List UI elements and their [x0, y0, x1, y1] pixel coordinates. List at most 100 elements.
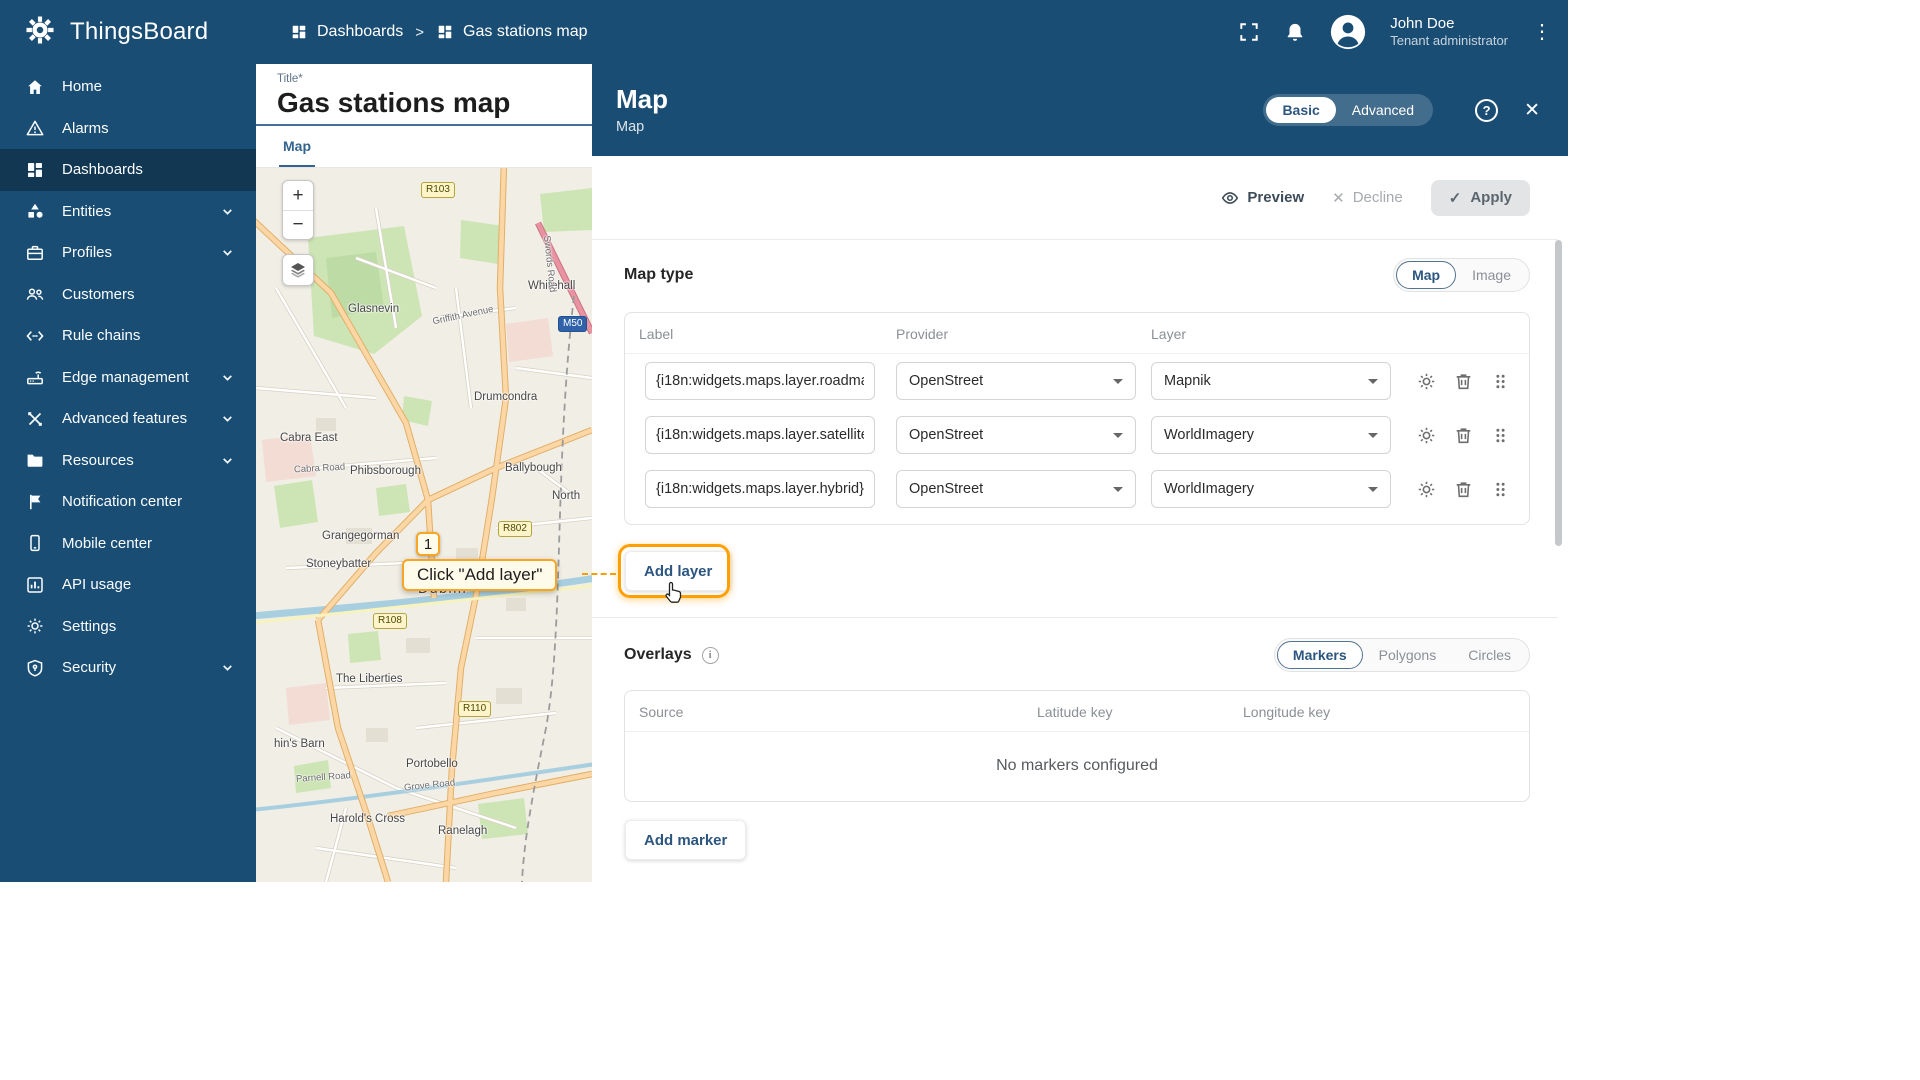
sidebar-item-dashboards[interactable]: Dashboards	[0, 149, 256, 191]
row-actions	[1416, 371, 1511, 392]
notifications-bell-icon[interactable]	[1284, 21, 1306, 43]
tab-map[interactable]: Map	[279, 138, 315, 167]
chevron-down-icon	[223, 250, 232, 257]
row-actions	[1416, 425, 1511, 446]
panel-subtitle: Map	[616, 118, 645, 135]
gear-icon[interactable]	[1416, 425, 1437, 446]
sidebar-item-api-usage[interactable]: API usage	[0, 564, 256, 606]
sidebar-item-home[interactable]: Home	[0, 66, 256, 108]
sidebar-label: Resources	[62, 451, 134, 469]
settings-panel-header: Map Map Basic Advanced ? ✕	[592, 64, 1568, 156]
tutorial-connector-line	[582, 573, 616, 575]
gear-icon[interactable]	[1416, 479, 1437, 500]
panel-scrollbar[interactable]	[1555, 240, 1562, 546]
topbar-actions: John Doe Tenant administrator ⋮	[1238, 14, 1568, 50]
trash-icon[interactable]	[1453, 479, 1474, 500]
breadcrumb-separator: >	[415, 23, 425, 41]
chevron-down-icon	[1113, 486, 1123, 492]
sidebar-item-security[interactable]: Security	[0, 647, 256, 689]
widget-title-label: Title*	[277, 73, 303, 85]
layers-icon	[291, 263, 305, 278]
app-logo[interactable]: ThingsBoard	[0, 12, 256, 53]
fullscreen-icon[interactable]	[1238, 21, 1260, 43]
layer-provider-select[interactable]: OpenStreet	[896, 470, 1136, 508]
road-badge: R108	[373, 613, 407, 629]
layer-type-select[interactable]: Mapnik	[1151, 362, 1391, 400]
layer-label-input[interactable]	[645, 362, 875, 400]
customers-icon	[26, 288, 44, 301]
drag-handle-icon[interactable]	[1490, 479, 1511, 500]
sidebar-item-notification-center[interactable]: Notification center	[0, 481, 256, 523]
breadcrumb-current[interactable]: Gas stations map	[436, 23, 588, 41]
sidebar-item-mobile-center[interactable]: Mobile center	[0, 523, 256, 565]
settings-gear-icon	[27, 618, 43, 634]
chevron-down-icon	[223, 458, 232, 464]
layer-provider-select[interactable]: OpenStreet	[896, 416, 1136, 454]
layer-label-input[interactable]	[645, 416, 875, 454]
help-icon[interactable]: ?	[1475, 98, 1499, 122]
chevron-down-icon	[1368, 378, 1378, 384]
sidebar-label: Security	[62, 659, 117, 677]
preview-label: Preview	[1247, 189, 1305, 206]
trash-icon[interactable]	[1453, 425, 1474, 446]
sidebar-label: Edge management	[62, 368, 189, 386]
sidebar-label: API usage	[62, 576, 132, 594]
gear-icon[interactable]	[1416, 371, 1437, 392]
sidebar-item-edge-management[interactable]: Edge management	[0, 357, 256, 399]
alarms-icon	[26, 120, 44, 136]
info-icon[interactable]: i	[701, 646, 719, 664]
chevron-down-icon	[223, 416, 232, 423]
decline-button[interactable]: ✕ Decline	[1332, 189, 1403, 207]
sidebar-item-rule-chains[interactable]: Rule chains	[0, 315, 256, 357]
user-role: Tenant administrator	[1390, 33, 1508, 49]
profiles-icon	[27, 245, 43, 260]
user-name: John Doe	[1390, 14, 1455, 32]
map-layers-button[interactable]	[282, 254, 314, 286]
add-marker-button[interactable]: Add marker	[625, 820, 747, 860]
sidebar-item-resources[interactable]: Resources	[0, 440, 256, 482]
zoom-in-button[interactable]: +	[283, 181, 313, 210]
widget-editor-column: Title* Map	[256, 64, 592, 882]
toggle-polygons[interactable]: Polygons	[1363, 641, 1453, 669]
mode-basic[interactable]: Basic	[1266, 97, 1336, 123]
layer-row: OpenStreet WorldImagery	[625, 408, 1529, 462]
top-header: ThingsBoard Dashboards > Gas stations ma…	[0, 0, 1568, 64]
api-usage-chart-icon	[27, 577, 43, 593]
toggle-image[interactable]: Image	[1456, 261, 1527, 289]
toggle-circles[interactable]: Circles	[1452, 641, 1527, 669]
widget-title-input[interactable]	[277, 85, 582, 121]
toggle-map[interactable]: Map	[1396, 261, 1457, 289]
close-icon[interactable]: ✕	[1524, 99, 1540, 122]
breadcrumb-dashboards[interactable]: Dashboards	[290, 23, 403, 41]
sidebar-item-entities[interactable]: Entities	[0, 191, 256, 233]
apply-button[interactable]: ✓ Apply	[1430, 179, 1530, 216]
sidebar-item-settings[interactable]: Settings	[0, 606, 256, 648]
user-avatar[interactable]	[1330, 14, 1366, 50]
column-source: Source	[639, 704, 684, 720]
preview-button[interactable]: Preview	[1221, 189, 1304, 207]
resources-folder-icon	[27, 454, 43, 468]
map-type-section-header: Map type Map Image	[624, 258, 1530, 292]
column-longitude-key: Longitude key	[1243, 704, 1331, 720]
zoom-out-button[interactable]: −	[283, 210, 313, 239]
sidebar-item-advanced-features[interactable]: Advanced features	[0, 398, 256, 440]
trash-icon[interactable]	[1453, 371, 1474, 392]
screen: ThingsBoard Dashboards > Gas stations ma…	[0, 0, 1920, 1080]
more-menu-icon[interactable]: ⋮	[1532, 19, 1552, 44]
sidebar-item-profiles[interactable]: Profiles	[0, 232, 256, 274]
map-zoom-control: + −	[282, 180, 314, 240]
sidebar-item-customers[interactable]: Customers	[0, 274, 256, 316]
map-place-label: Glasnevin	[348, 303, 400, 315]
markers-table-header: Source Latitude key Longitude key	[625, 691, 1529, 732]
drag-handle-icon[interactable]	[1490, 371, 1511, 392]
sidebar-item-alarms[interactable]: Alarms	[0, 108, 256, 150]
toggle-markers[interactable]: Markers	[1276, 641, 1363, 669]
chevron-down-icon	[1113, 432, 1123, 438]
layer-type-select[interactable]: WorldImagery	[1151, 470, 1391, 508]
layer-label-input[interactable]	[645, 470, 875, 508]
drag-handle-icon[interactable]	[1490, 425, 1511, 446]
layer-type-select[interactable]: WorldImagery	[1151, 416, 1391, 454]
mode-advanced[interactable]: Advanced	[1336, 97, 1430, 123]
layer-provider-select[interactable]: OpenStreet	[896, 362, 1136, 400]
home-icon	[28, 79, 42, 94]
